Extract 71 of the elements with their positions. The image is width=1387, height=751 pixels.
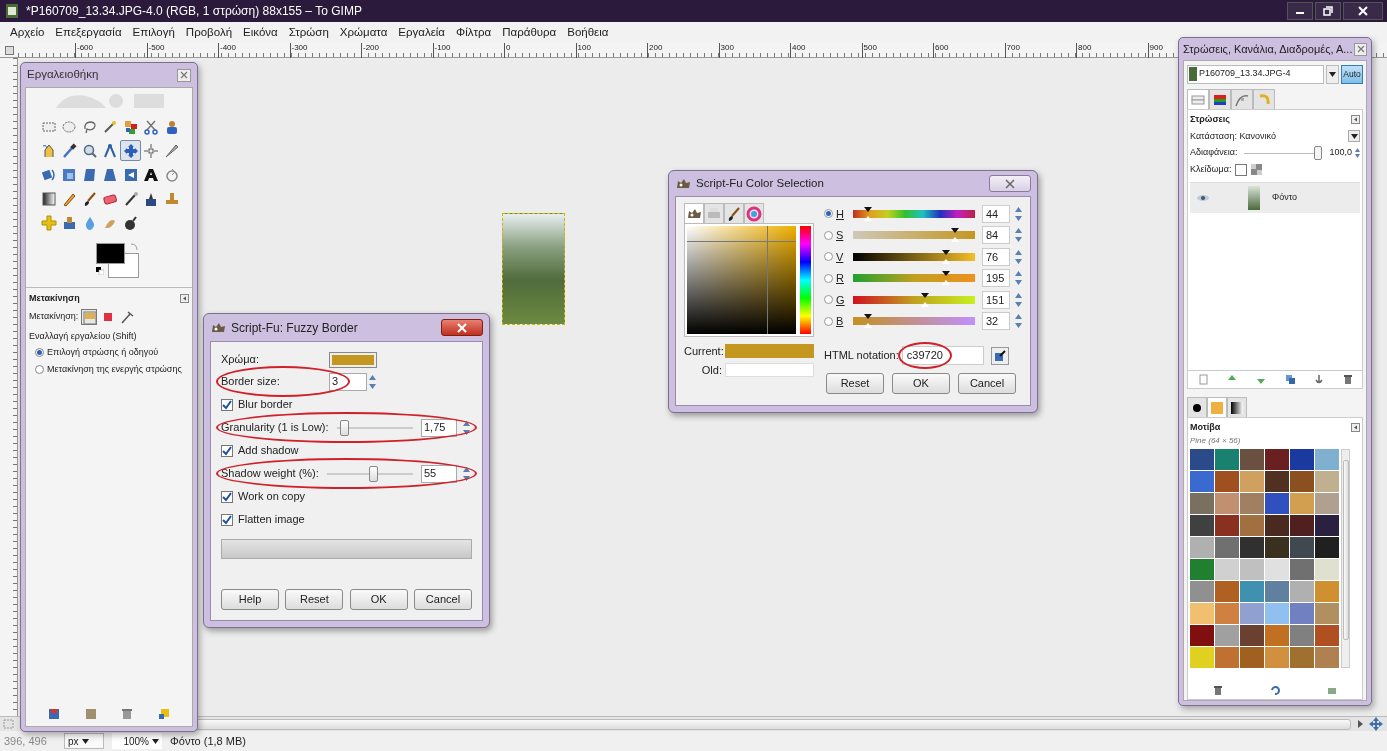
channel-label: H	[836, 206, 845, 222]
panel-title: Εργαλειοθήκη	[27, 67, 99, 83]
field-value: 100,0	[1329, 146, 1352, 160]
dialog-button[interactable]: Help	[221, 589, 279, 610]
menu-item[interactable]: Εικόνα	[242, 23, 279, 42]
dialog-button[interactable]: Cancel	[958, 373, 1016, 394]
channel-label: R	[836, 271, 845, 286]
spin-field[interactable]: 55	[421, 464, 457, 483]
menu-item[interactable]: Φίλτρα	[455, 23, 493, 42]
zoom-dropdown[interactable]: 100%	[112, 733, 162, 749]
field-label: Border size:	[221, 374, 281, 390]
window-title: *P160709_13.34.JPG-4.0 (RGB, 1 στρώση) 88x155 – Το GIMP	[26, 3, 363, 20]
spin-field[interactable]: 195	[982, 269, 1010, 288]
checkbox-label: Work on copy	[238, 489, 306, 505]
spin-field[interactable]: 1,75	[421, 418, 457, 437]
layer-row[interactable]: Φόντο	[1190, 182, 1360, 213]
spin-field[interactable]: 32	[982, 312, 1010, 331]
menu-item[interactable]: Στρώση	[287, 23, 330, 42]
layer-name: Φόντο	[1272, 190, 1298, 204]
menu-item[interactable]: Επιλογή	[131, 23, 176, 42]
field-label: Shadow weight (%):	[221, 466, 319, 482]
pattern-name: Pine (64 × 56)	[1190, 434, 1242, 447]
spin-field[interactable]: 76	[982, 247, 1010, 266]
channel-label: G	[836, 292, 846, 308]
field-label: Εναλλαγή εργαλείου (Shift)	[29, 329, 138, 343]
spin-field[interactable]: 151	[982, 290, 1010, 309]
field-label: Χρώμα:	[221, 352, 260, 368]
auto-button[interactable]: Auto	[1341, 64, 1363, 84]
dialog-button[interactable]: Cancel	[414, 589, 472, 610]
menu-item[interactable]: Επεξεργασία	[54, 23, 123, 42]
mode-label: Κατάσταση: Κανονικό	[1190, 129, 1276, 143]
dialog-button[interactable]: Reset	[826, 373, 884, 394]
channel-label: S	[836, 228, 845, 243]
section-title: Στρώσεις	[1190, 113, 1231, 126]
options-title: Μετακίνηση	[29, 292, 80, 305]
field-label: HTML notation:	[824, 348, 899, 364]
menu-item[interactable]: Προβολή	[184, 23, 234, 42]
image-name: P160709_13.34.JPG-4	[1199, 67, 1292, 81]
channel-label: B	[836, 314, 845, 329]
menu-item[interactable]: Χρώματα	[338, 23, 389, 42]
checkbox-label: Blur border	[238, 397, 293, 413]
dialog-button[interactable]: Reset	[285, 589, 344, 610]
field-value: c39720	[906, 348, 943, 364]
checkbox-label: Flatten image	[238, 512, 305, 528]
checkbox-label: Add shadow	[238, 443, 299, 459]
menu-item[interactable]: Εργαλεία	[397, 23, 446, 42]
status-text: Φόντο (1,8 MB)	[170, 733, 246, 749]
field-label: Granularity (1 is Low):	[221, 420, 329, 436]
field-label: Μετακίνηση:	[29, 309, 79, 323]
menu-item[interactable]: Παράθυρα	[501, 23, 558, 42]
image-dropdown[interactable]: P160709_13.34.JPG-4	[1187, 64, 1324, 84]
menu-item[interactable]: Βοήθεια	[566, 23, 610, 42]
radio-label: Επιλογή στρώσης ή οδηγού	[47, 346, 159, 359]
dialog-button[interactable]: OK	[892, 373, 950, 394]
unit-dropdown[interactable]: px	[64, 733, 104, 749]
spin-field[interactable]: 44	[982, 204, 1010, 223]
channel-label: V	[836, 249, 845, 265]
panel-title: Στρώσεις, Κανάλια, Διαδρομές, Α...	[1183, 41, 1353, 57]
menu-item[interactable]: Αρχείο	[9, 23, 46, 42]
spin-field[interactable]: 3	[329, 372, 367, 391]
pointer-coordinates: 396, 496	[4, 733, 48, 749]
field-label: Κλείδωμα:	[1190, 163, 1232, 176]
dialog-title: Script-Fu: Fuzzy Border	[231, 319, 359, 337]
field-label: Αδιαφάνεια:	[1190, 146, 1238, 160]
radio-label: Μετακίνηση της ενεργής στρώσης	[47, 362, 182, 376]
section-title: Μοτίβα	[1190, 421, 1221, 434]
spin-field[interactable]: 84	[982, 226, 1010, 245]
field-label: Old:	[700, 362, 722, 378]
dialog-button[interactable]: OK	[349, 589, 408, 610]
dialog-title: Script-Fu Color Selection	[696, 175, 825, 191]
field-label: Current:	[684, 344, 722, 359]
